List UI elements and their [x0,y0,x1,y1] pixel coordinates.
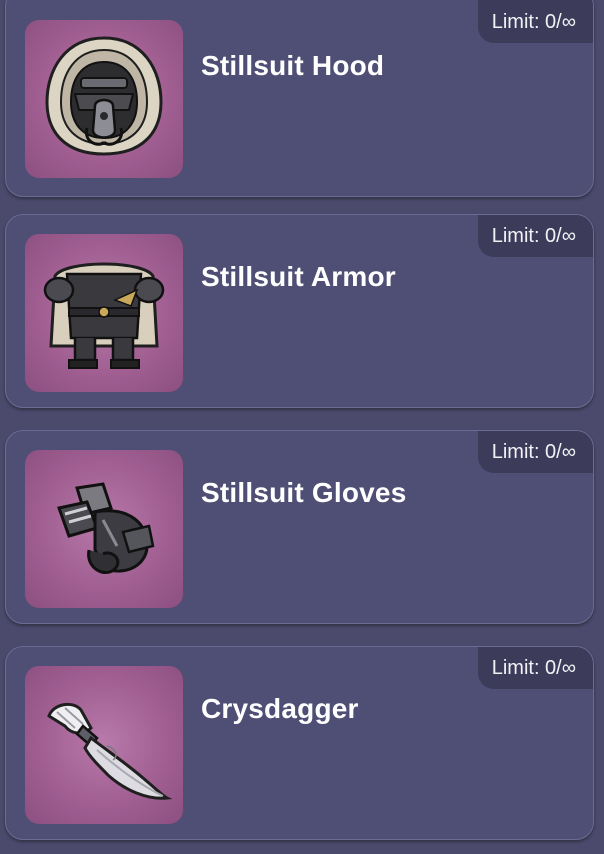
item-thumbnail [25,20,183,178]
limit-badge: Limit: 0/∞ [477,647,593,689]
item-card-stillsuit-hood[interactable]: Stillsuit Hood Limit: 0/∞ [5,0,594,197]
item-card-stillsuit-armor[interactable]: Stillsuit Armor Limit: 0/∞ [5,214,594,408]
limit-badge: Limit: 0/∞ [477,431,593,473]
item-title: Crysdagger [201,693,359,724]
crysdagger-icon [47,702,173,800]
item-list: Stillsuit Hood Limit: 0/∞ Stillsuit Armo… [0,0,604,854]
stillsuit-hood-icon [45,36,163,156]
stillsuit-gloves-icon [57,482,155,574]
item-card-stillsuit-gloves[interactable]: Stillsuit Gloves Limit: 0/∞ [5,430,594,624]
item-title: Stillsuit Hood [201,50,385,81]
item-title: Stillsuit Gloves [201,477,407,508]
stillsuit-armor-icon [43,262,165,369]
limit-badge: Limit: 0/∞ [477,215,593,257]
limit-badge: Limit: 0/∞ [477,0,593,43]
item-thumbnail [25,234,183,392]
item-thumbnail [25,666,183,824]
item-thumbnail [25,450,183,608]
item-title: Stillsuit Armor [201,261,396,292]
item-card-crysdagger[interactable]: Crysdagger Limit: 0/∞ [5,646,594,840]
